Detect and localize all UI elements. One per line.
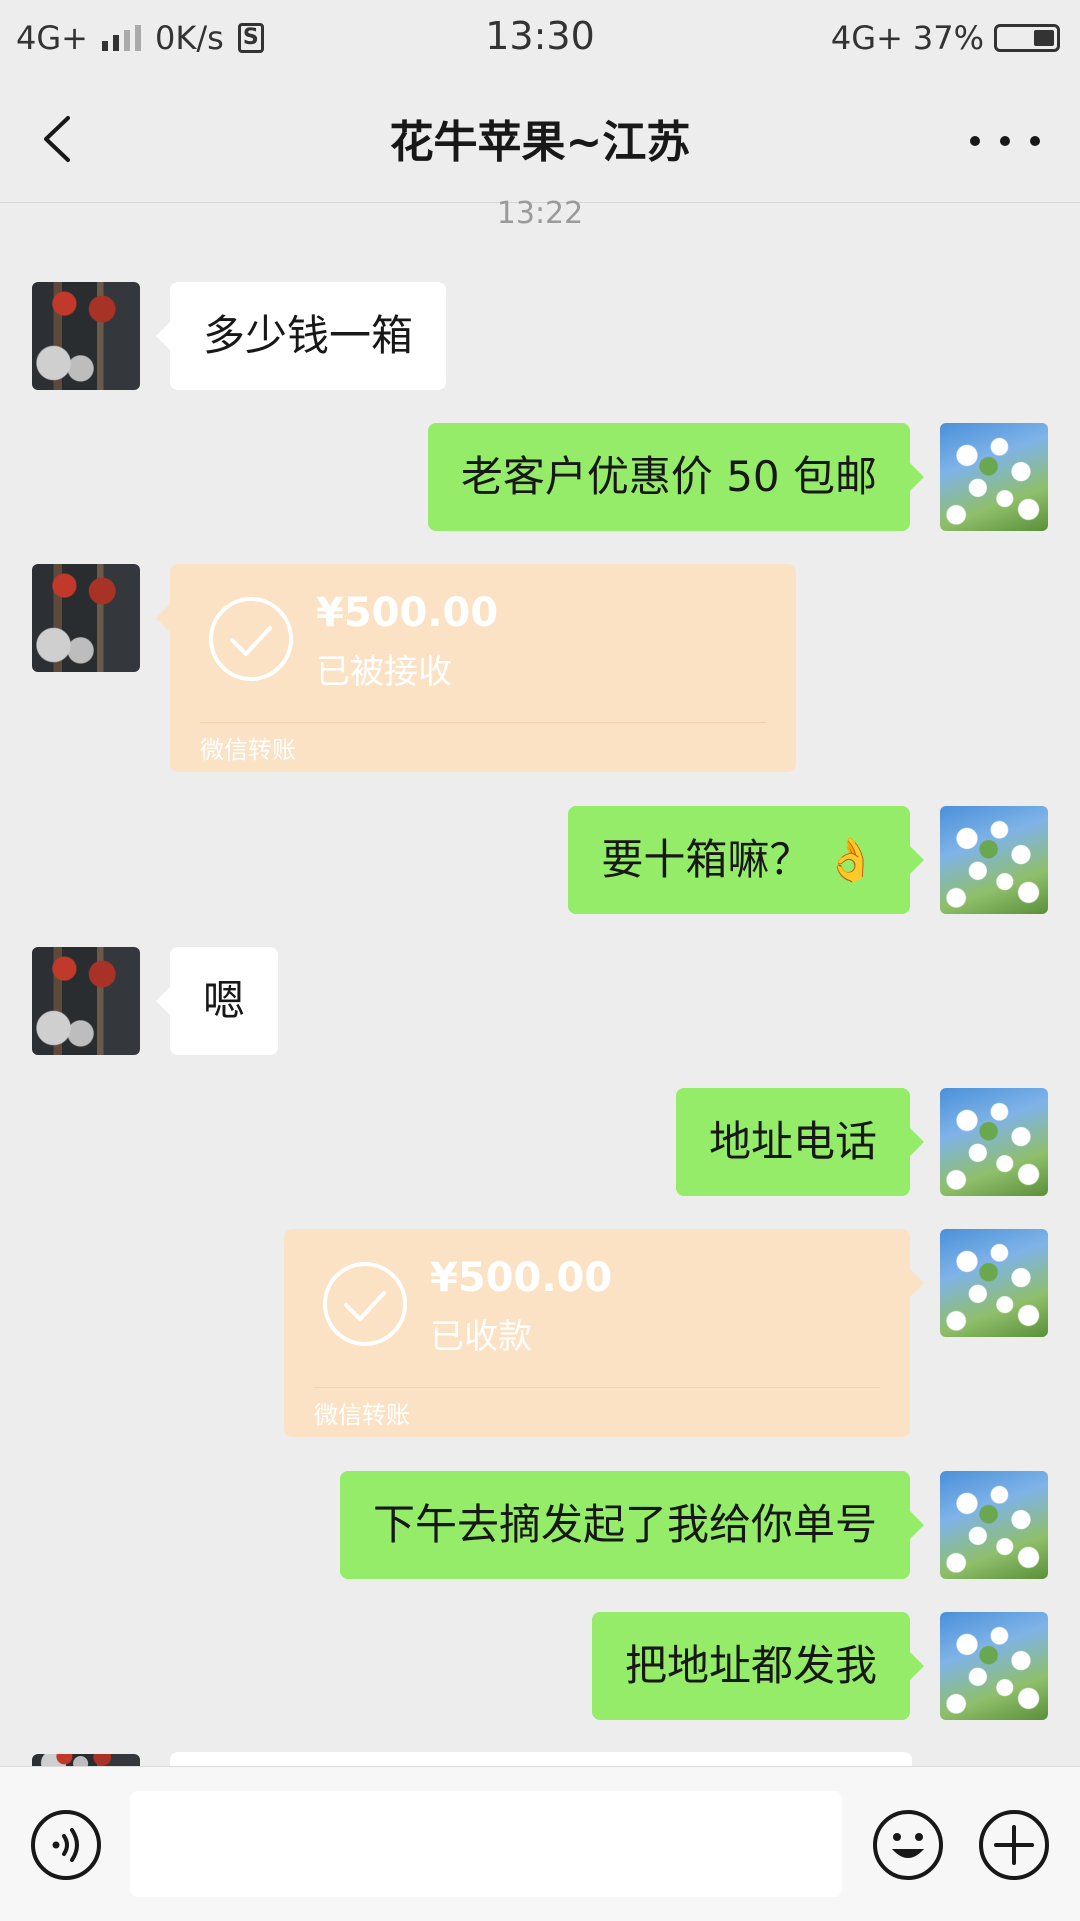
transfer-card-incoming[interactable]: ¥500.00 已被接收 微信转账 (156, 564, 796, 772)
more-dots-icon[interactable] (970, 121, 1040, 161)
check-circle-icon (323, 1262, 407, 1346)
incoming-message[interactable]: 多少钱一箱 (155, 282, 447, 390)
status-bar: 4G+ 0K/s S 13:30 4G+ 37% (0, 0, 1080, 76)
chat-timestamp: 13:22 (496, 196, 584, 231)
my-avatar[interactable] (940, 1471, 1048, 1579)
transfer-status: 已被接收 (316, 652, 452, 692)
plus-circle-icon[interactable] (978, 1809, 1050, 1881)
outgoing-message[interactable]: 老客户优惠价 50 包邮 (427, 423, 925, 531)
battery-level (1034, 30, 1054, 46)
divider (200, 722, 766, 723)
my-avatar[interactable] (940, 1612, 1048, 1720)
battery-percent: 37% (912, 19, 984, 57)
chat-title: 花牛苹果~江苏 (389, 117, 691, 168)
message-text: 地址电话 (708, 1117, 877, 1166)
my-avatar[interactable] (940, 806, 1048, 914)
transfer-label: 微信转账 (200, 736, 296, 764)
status-right: 4G+ 37% (831, 14, 1060, 62)
dot (1030, 136, 1040, 146)
network-label-right: 4G+ (830, 19, 903, 57)
divider (314, 1387, 880, 1388)
dot (1000, 136, 1010, 146)
transfer-amount: ¥500.00 (316, 590, 499, 636)
message-text: 老客户优惠价 50 包邮 (460, 452, 877, 501)
message-text: 下午去摘发起了我给你单号 (372, 1500, 877, 1549)
message-text: 多少钱一箱 (203, 311, 414, 360)
transfer-amount: ¥500.00 (430, 1255, 613, 1301)
my-avatar[interactable] (940, 1088, 1048, 1196)
chat-header: 花牛苹果~江苏 (0, 76, 1080, 203)
contact-avatar[interactable] (32, 564, 140, 672)
outgoing-message[interactable]: 把地址都发我 (591, 1612, 925, 1720)
outgoing-message[interactable]: 要十箱嘛？ 👌 (568, 806, 924, 914)
message-text: 要十箱嘛？ (601, 835, 812, 884)
transfer-card-outgoing[interactable]: ¥500.00 已收款 微信转账 (284, 1229, 924, 1437)
contact-avatar[interactable] (32, 282, 140, 390)
message-input[interactable] (130, 1791, 842, 1897)
message-text: 把地址都发我 (624, 1641, 877, 1690)
incoming-message[interactable]: 嗯 (155, 947, 279, 1055)
emoji-smile-icon[interactable] (872, 1809, 944, 1881)
outgoing-message[interactable]: 下午去摘发起了我给你单号 (339, 1471, 925, 1579)
ok-hand-emoji: 👌 (824, 835, 877, 884)
outgoing-message[interactable]: 地址电话 (675, 1088, 925, 1196)
my-avatar[interactable] (940, 423, 1048, 531)
contact-avatar[interactable] (32, 947, 140, 1055)
dot (970, 136, 980, 146)
contact-avatar-partial (32, 1754, 140, 1766)
transfer-status: 已收款 (430, 1317, 532, 1357)
incoming-message-partial (170, 1752, 912, 1766)
check-circle-icon (209, 597, 293, 681)
message-text: 嗯 (203, 976, 246, 1025)
input-bar (0, 1766, 1080, 1921)
my-avatar[interactable] (940, 1229, 1048, 1337)
battery-icon (994, 24, 1060, 52)
voice-icon[interactable] (30, 1809, 102, 1881)
transfer-label: 微信转账 (314, 1401, 410, 1429)
